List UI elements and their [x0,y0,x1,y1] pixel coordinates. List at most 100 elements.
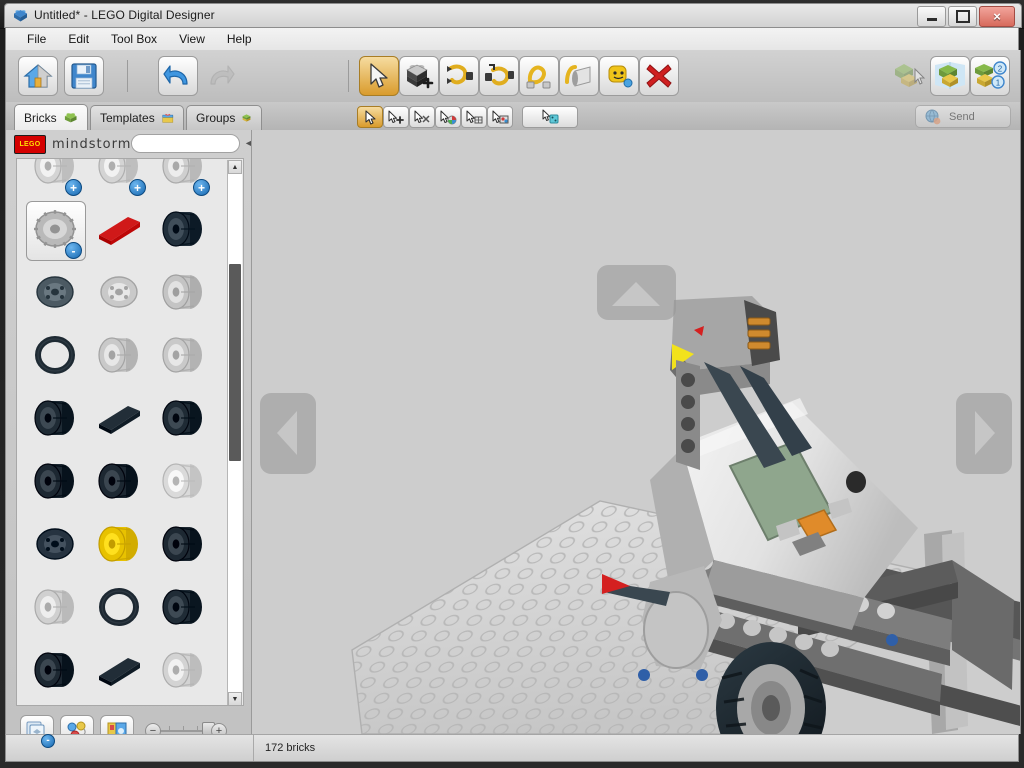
brick-image [30,586,80,633]
brick-cursor-icon [893,61,927,91]
palette-header: LEGO mindstorms ◄◄ [6,130,252,158]
menu-file[interactable]: File [16,30,57,48]
cursor-connected-icon [413,110,431,125]
palette-scrollbar[interactable]: ▲ ▼ [227,160,242,706]
brick-image [96,271,142,318]
scroll-up-button[interactable]: ▲ [228,160,242,174]
menu-toolbox[interactable]: Tool Box [100,30,168,48]
select-connected-button[interactable] [409,106,435,128]
select-color-button[interactable] [435,106,461,128]
lego-brick-icon [13,9,28,23]
home-button[interactable] [18,56,58,96]
maximize-button[interactable] [948,6,977,27]
clone-tool[interactable] [399,56,439,96]
select-add-button[interactable] [383,106,409,128]
build-mode-button[interactable] [930,56,970,96]
brick-thumbnail-tire-black-ribbed[interactable] [23,452,87,515]
menu-edit[interactable]: Edit [57,30,100,48]
brick-badge[interactable]: + [65,179,82,196]
select-single-button[interactable] [357,106,383,128]
brick-thumbnail-wheel-black-studs[interactable] [151,578,215,641]
brick-thumbnail-wheel-hub-grey-2[interactable]: + [87,158,151,200]
brick-thumbnail-wheel-dark-small[interactable] [23,515,87,578]
hinge-align-icon [483,62,515,90]
flex-tool[interactable] [519,56,559,96]
save-button[interactable] [64,56,104,96]
brick-thumbnail-wheel-rim-light[interactable] [151,263,215,326]
3d-viewport[interactable] [251,130,1021,734]
minifig-tool[interactable] [599,56,639,96]
scrollbar-thumb[interactable] [229,264,241,461]
close-button[interactable]: × [979,6,1015,27]
building-guide-icon: 2 1 [972,61,1008,91]
brick-thumbnail-wheel-rim-wide-light-2[interactable] [151,326,215,389]
cursor-icon [364,110,377,125]
search-input[interactable] [132,137,239,154]
brick-thumbnail-wheel-white-rim[interactable] [151,452,215,515]
brick-thumbnail-tread-black-long[interactable] [87,641,151,704]
tab-strip: Bricks Templates Groups [5,102,1021,130]
brick-thumbnail-tire-black-wide[interactable] [151,200,215,263]
brick-image [96,586,142,633]
ldd-application-window: Untitled* - LEGO Digital Designer × File… [0,0,1024,768]
brick-thumbnail-wheel-yellow[interactable] [87,515,151,578]
model-scene [252,130,1020,734]
close-icon: × [993,10,1001,23]
scroll-down-button[interactable]: ▼ [228,692,242,706]
hinge-align-tool[interactable] [479,56,519,96]
guide-mode-button[interactable]: 2 1 [970,56,1010,96]
brick-thumbnail-tire-thin-black[interactable] [87,578,151,641]
brick-image [158,523,208,570]
paint-bucket-icon [564,62,594,90]
hinge-tool[interactable] [439,56,479,96]
brick-image [94,334,144,381]
brick-thumbnail-wheel-black-hub[interactable] [87,452,151,515]
brick-image [158,271,208,318]
brick-thumbnail-rim-light-wide[interactable] [151,641,215,704]
slider-tick [197,726,198,731]
brick-thumbnail-beam-red[interactable] [87,200,151,263]
brick-image [30,460,80,507]
select-shape-button[interactable] [461,106,487,128]
brick-thumbnail-tire-ring-black[interactable] [23,326,87,389]
brick-thumbnail-tire-small-grey[interactable]: + [151,158,215,200]
brick-badge[interactable]: - [65,242,82,259]
toolbar-separator-1 [127,60,128,92]
brick-thumbnail-wheel-hub-grey[interactable]: + [23,158,87,200]
tab-groups[interactable]: Groups [186,105,262,130]
minifig-paint-icon [604,62,634,90]
minimize-button[interactable] [917,6,946,27]
tab-groups-label: Groups [196,111,235,125]
select-tool[interactable] [359,56,399,96]
tab-bricks[interactable]: Bricks [14,104,88,130]
paint-tool[interactable] [559,56,599,96]
cursor-arrow-icon [368,63,390,89]
send-button[interactable]: Send [915,105,1011,128]
menu-bar: File Edit Tool Box View Help [5,28,1019,50]
brick-thumbnail-wheel-dark-spoke[interactable] [23,263,87,326]
brick-thumbnail-wheel-light-rim-wide[interactable] [23,578,87,641]
brick-thumbnail-gear-grey[interactable]: - [23,200,87,263]
cursor-color-shape-icon [491,110,509,125]
undo-button[interactable] [158,56,198,96]
brick-thumbnail-tire-black-balloon[interactable] [151,515,215,578]
brick-badge[interactable]: + [193,179,210,196]
brick-thumbnail-wheel-rim-wide-light[interactable] [87,326,151,389]
menu-view[interactable]: View [168,30,216,48]
maximize-icon [956,10,970,23]
menu-help[interactable]: Help [216,30,263,48]
brick-badge[interactable]: + [129,179,146,196]
flex-hose-icon [524,62,554,90]
brick-thumbnail-wheel-light-spoke[interactable] [87,263,151,326]
tab-templates[interactable]: Templates [90,105,184,130]
random-color-button[interactable] [522,106,578,128]
window-title: Untitled* - LEGO Digital Designer [34,8,215,22]
lego-logo-icon: LEGO [14,135,46,154]
brick-thumbnail-tread-link-black[interactable] [87,389,151,452]
delete-tool[interactable] [639,56,679,96]
palette-search-box[interactable] [131,134,240,153]
brick-thumbnail-tire-black-fat[interactable] [23,641,87,704]
brick-thumbnail-tire-black-small[interactable] [151,389,215,452]
brick-thumbnail-tire-black-tread[interactable] [23,389,87,452]
select-colorshape-button[interactable] [487,106,513,128]
